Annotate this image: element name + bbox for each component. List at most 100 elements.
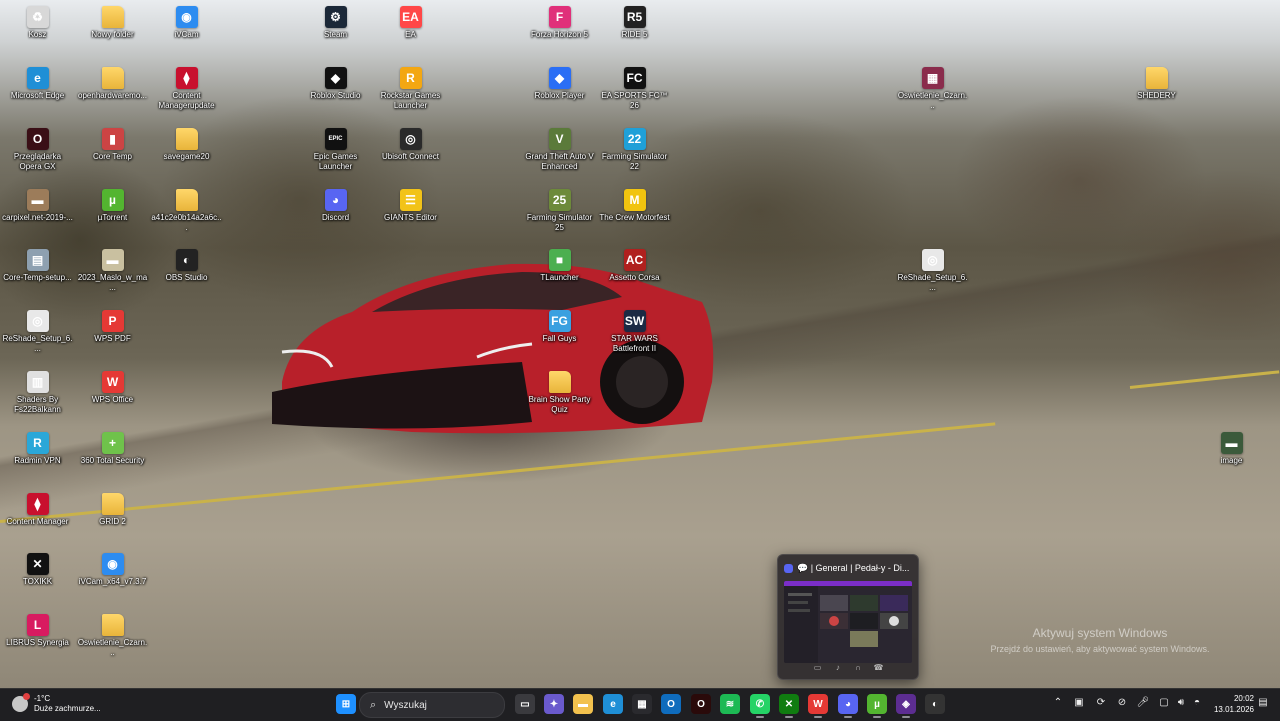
- desktop-icon[interactable]: ▥ Shaders By Fs22Balkann: [0, 367, 75, 415]
- desktop-icon[interactable]: ◆ Roblox Player: [522, 63, 597, 101]
- running-app-indicator: [785, 716, 793, 718]
- desktop-icon[interactable]: e Microsoft Edge: [0, 63, 75, 101]
- desktop-icon[interactable]: EA EA: [373, 2, 448, 40]
- tray-battery-icon[interactable]: ◓: [1190, 697, 1204, 708]
- desktop-icon[interactable]: ◎ ReShade_Setup_6....: [895, 245, 970, 293]
- desktop-icon[interactable]: ◎ ReShade_Setup_6....: [0, 306, 75, 354]
- desktop-icon[interactable]: ♻ Kosz: [0, 2, 75, 40]
- wps-pdf-icon: P: [101, 310, 124, 332]
- microphone-icon[interactable]: 🎤︎: [1136, 697, 1150, 708]
- desktop-icon[interactable]: ▤ Core-Temp-setup...: [0, 245, 75, 283]
- desktop-icon[interactable]: FC EA SPORTS FC™ 26: [597, 63, 672, 111]
- desktop-icon[interactable]: R Rockstar Games Launcher: [373, 63, 448, 111]
- edge-icon: e: [26, 67, 49, 89]
- desktop-icon[interactable]: ◆ Roblox Studio: [298, 63, 373, 101]
- desktop-icon[interactable]: FG Fall Guys: [522, 306, 597, 344]
- desktop-icon[interactable]: µ µTorrent: [75, 185, 150, 223]
- rockstar-icon: R: [399, 67, 422, 89]
- desktop-icon[interactable]: ⧫ Content Managerupdate: [149, 63, 224, 111]
- desktop-icon[interactable]: Brain Show Party Quiz: [522, 367, 597, 415]
- desktop-icon[interactable]: 25 Farming Simulator 25: [522, 185, 597, 233]
- desktop-icon[interactable]: F Forza Horizon 5: [522, 2, 597, 40]
- utorrent-icon[interactable]: µ: [867, 694, 887, 714]
- copilot-icon[interactable]: ✦: [544, 694, 564, 714]
- desktop-icon[interactable]: O Przeglądarka Opera GX: [0, 124, 75, 172]
- xbox-icon[interactable]: ✕: [779, 694, 799, 714]
- desktop-icon[interactable]: Nowy folder: [75, 2, 150, 40]
- tray-sync-icon[interactable]: ⟳: [1094, 697, 1108, 708]
- desktop-icon-label: Ubisoft Connect: [382, 152, 439, 161]
- headphones-icon[interactable]: ∩: [853, 663, 864, 673]
- outlook-icon[interactable]: O: [661, 694, 681, 714]
- tray-network-off-icon[interactable]: ⊘: [1115, 697, 1129, 708]
- file-explorer-icon[interactable]: ▬: [573, 694, 593, 714]
- desktop-icon-label: image: [1220, 456, 1243, 465]
- desktop-icon[interactable]: ■ TLauncher: [522, 245, 597, 283]
- preview-thumbnail[interactable]: [784, 581, 912, 663]
- desktop-icon[interactable]: savegame20: [149, 124, 224, 162]
- desktop-icon[interactable]: R Radmin VPN: [0, 428, 75, 466]
- desktop-icon[interactable]: ◐ OBS Studio: [149, 245, 224, 283]
- desktop-icon[interactable]: ◕ Discord: [298, 185, 373, 223]
- desktop-icon[interactable]: R5 RIDE 5: [597, 2, 672, 40]
- desktop-icon[interactable]: ⚙ Steam: [298, 2, 373, 40]
- desktop-icon[interactable]: ◉ iVCam: [149, 2, 224, 40]
- show-hidden-icons-chevron-icon[interactable]: ⌃: [1051, 697, 1065, 708]
- weather-widget[interactable]: -1°C Duże zachmurze...: [12, 691, 101, 717]
- spotify-icon[interactable]: ≋: [720, 694, 740, 714]
- taskbar-search-box[interactable]: ⌕ Wyszukaj: [359, 692, 505, 718]
- desktop-icon[interactable]: ☰ GIANTS Editor: [373, 185, 448, 223]
- desktop-icon[interactable]: W WPS Office: [75, 367, 150, 405]
- whatsapp-icon[interactable]: ✆: [750, 694, 770, 714]
- task-view-icon[interactable]: ▭: [515, 694, 535, 714]
- system-clock[interactable]: 20:02 13.01.2026: [1206, 693, 1254, 715]
- camera-icon[interactable]: ▭: [812, 663, 823, 673]
- discord-icon[interactable]: ◕: [838, 694, 858, 714]
- desktop-icon[interactable]: +360 Total Security: [75, 428, 150, 466]
- desktop-icon[interactable]: ✕ TOXIKK: [0, 549, 75, 587]
- desktop-icon[interactable]: L LIBRUS Synergia: [0, 610, 75, 648]
- desktop-icon[interactable]: EPIC Epic Games Launcher: [298, 124, 373, 172]
- disconnect-icon[interactable]: ☎: [873, 663, 884, 673]
- desktop-icon[interactable]: Oswietlenie_Czarn...: [75, 610, 150, 658]
- desktop-icon[interactable]: ⧫ Content Manager: [0, 489, 75, 527]
- search-icon: ⌕: [370, 698, 377, 711]
- opera-icon[interactable]: O: [691, 694, 711, 714]
- desktop-icon[interactable]: ▬ carpixel.net-2019-...: [0, 185, 75, 223]
- tray-app-icon[interactable]: ▣: [1072, 697, 1086, 708]
- desktop-icon-label: The Crew Motorfest: [599, 213, 670, 222]
- desktop-icon[interactable]: ▬ image: [1194, 428, 1269, 466]
- obs-icon[interactable]: ◐: [925, 694, 945, 714]
- desktop-icon[interactable]: ▮ Core Temp: [75, 124, 150, 162]
- wps-office-icon[interactable]: W: [808, 694, 828, 714]
- desktop-icon[interactable]: ◉ iVCam_x64_v7.3.7: [75, 549, 150, 587]
- store-icon[interactable]: ▦: [632, 694, 652, 714]
- speaker-icon[interactable]: 🔊︎: [1174, 697, 1188, 708]
- edge-icon[interactable]: e: [603, 694, 623, 714]
- start-icon[interactable]: ⊞: [336, 694, 356, 714]
- desktop-icon[interactable]: SW STAR WARS Battlefront II: [597, 306, 672, 354]
- ea-icon: EA: [399, 6, 422, 28]
- desktop-icon[interactable]: M The Crew Motorfest: [597, 185, 672, 223]
- recycle-bin-icon: ♻: [26, 6, 49, 28]
- tray-device-icon[interactable]: ▢: [1157, 697, 1171, 708]
- desktop-icon[interactable]: ◎ Ubisoft Connect: [373, 124, 448, 162]
- preview-controls: ▭ ♪ ∩ ☎: [812, 663, 884, 675]
- desktop-icon[interactable]: 22 Farming Simulator 22: [597, 124, 672, 172]
- desktop-icon[interactable]: AC Assetto Corsa: [597, 245, 672, 283]
- visual-studio-icon[interactable]: ◈: [896, 694, 916, 714]
- desktop-icon[interactable]: GRID 2: [75, 489, 150, 527]
- desktop-icon-label: carpixel.net-2019-...: [2, 213, 73, 222]
- desktop-icon[interactable]: V Grand Theft Auto V Enhanced: [522, 124, 597, 172]
- desktop-icon[interactable]: ▦ Oswietlenie_Czarn...: [895, 63, 970, 111]
- microphone-icon[interactable]: ♪: [832, 663, 843, 673]
- obs-icon: ◐: [175, 249, 198, 271]
- desktop-icon[interactable]: a41c2e0b14a2a6c...: [149, 185, 224, 233]
- desktop-icon[interactable]: P WPS PDF: [75, 306, 150, 344]
- weather-condition: Duże zachmurze...: [34, 704, 101, 713]
- desktop-icon[interactable]: ▬ 2023_Maslo_w_ma...: [75, 245, 150, 293]
- desktop-icon[interactable]: SHEDERY: [1119, 63, 1194, 101]
- desktop-icon[interactable]: openhardwaremo...: [75, 63, 150, 101]
- notification-bell-icon[interactable]: ▤: [1256, 697, 1270, 708]
- taskbar-window-preview[interactable]: 💬 | General | Pedał-y - Di... ▭ ♪ ∩ ☎: [777, 554, 919, 680]
